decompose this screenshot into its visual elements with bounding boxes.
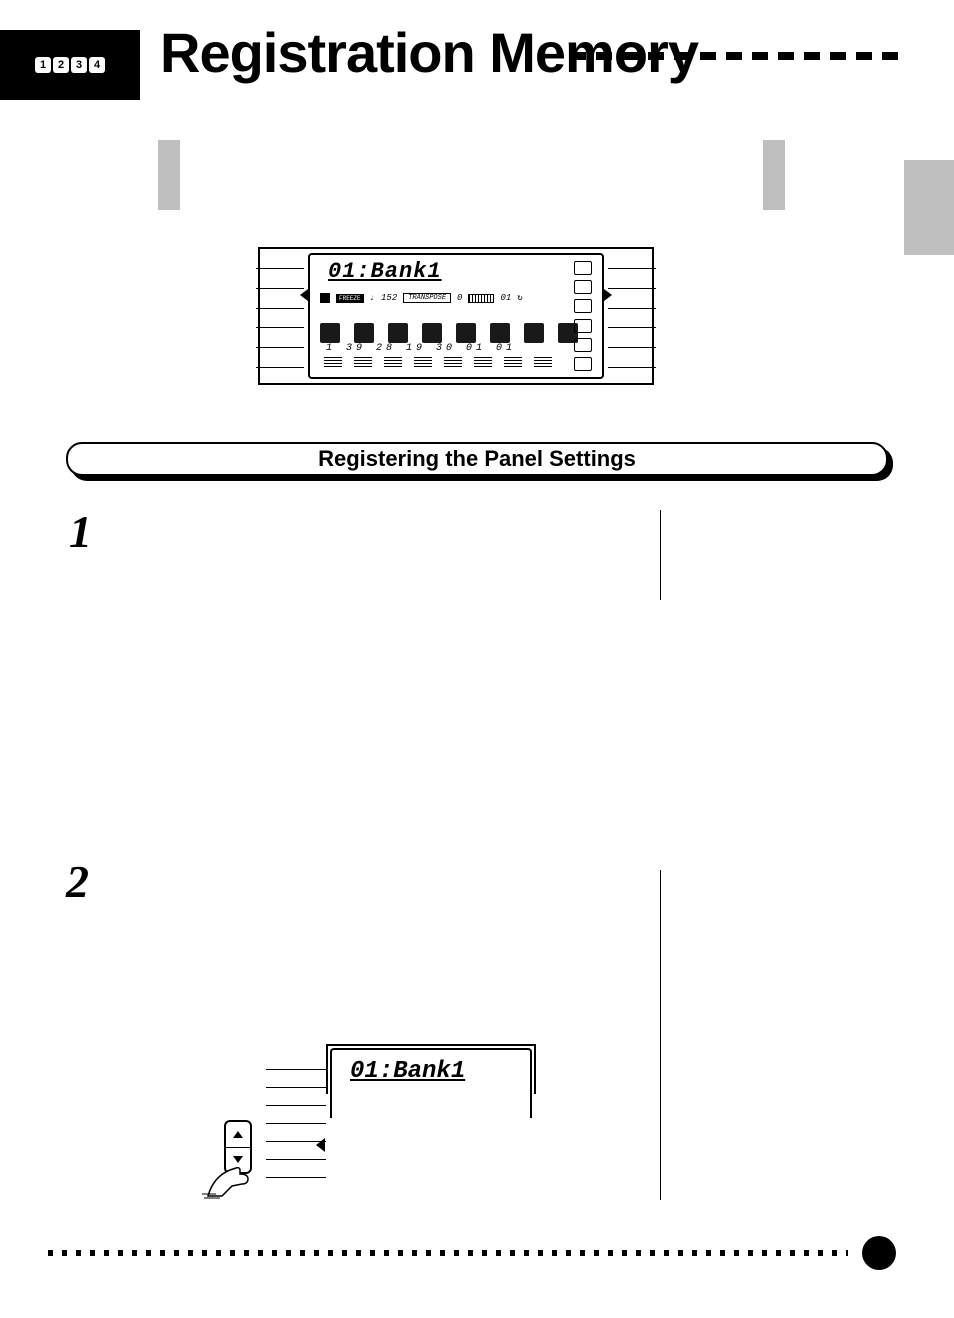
lcd-level-bars bbox=[324, 357, 592, 371]
lcd-track-icons bbox=[320, 317, 592, 343]
strings-icon bbox=[456, 323, 476, 343]
keyboard-icon bbox=[574, 319, 592, 333]
eq-icon bbox=[574, 338, 592, 352]
lcd-right-arrow-icon bbox=[604, 289, 612, 301]
lcd2-readout: 01:Bank1 bbox=[350, 1058, 465, 1085]
side-thumb-tab bbox=[904, 160, 954, 255]
lcd-status-row: FREEZE ♩ 152 TRANSPOSE 0 01 ↻ bbox=[320, 289, 592, 307]
page-number-circle bbox=[862, 1236, 896, 1270]
tempo-value: 152 bbox=[381, 293, 397, 303]
lcd-top-readout: 01:Bank1 bbox=[328, 259, 442, 284]
pedal-icon bbox=[574, 357, 592, 371]
measure-value: 01 bbox=[500, 293, 511, 303]
margin-block-left bbox=[158, 140, 180, 210]
margin-block-right bbox=[763, 140, 785, 210]
step-number-2: 2 bbox=[66, 855, 89, 908]
badge-1: 1 bbox=[35, 57, 51, 73]
guitar-icon bbox=[388, 323, 408, 343]
badge-3: 3 bbox=[71, 57, 87, 73]
speaker-icon bbox=[574, 280, 592, 294]
section-heading: Registering the Panel Settings bbox=[66, 442, 888, 476]
footer-dotted-line bbox=[48, 1250, 848, 1256]
piano-icon bbox=[490, 323, 510, 343]
lcd-track-numbers: 1 39 28 19 30 01 01 bbox=[326, 343, 592, 354]
lcd-screen: 01:Bank1 FREEZE ♩ 152 TRANSPOSE 0 01 ↻ 1… bbox=[308, 253, 604, 379]
pointing-hand-icon bbox=[202, 1152, 258, 1200]
lcd-left-arrow-icon bbox=[300, 289, 308, 301]
drum-icon bbox=[320, 323, 340, 343]
step1-divider bbox=[660, 510, 661, 600]
lcd-step2-figure: 01:Bank1 bbox=[258, 1044, 538, 1204]
lcd-main-figure: 01:Bank1 FREEZE ♩ 152 TRANSPOSE 0 01 ↻ 1… bbox=[258, 247, 654, 385]
brass-icon bbox=[524, 323, 544, 343]
hand-icon bbox=[574, 299, 592, 313]
freeze-indicator: FREEZE bbox=[336, 294, 364, 303]
bass-icon bbox=[422, 323, 442, 343]
step-number-1: 1 bbox=[69, 505, 92, 558]
metronome-icon: ♩ bbox=[370, 293, 375, 303]
up-arrow-icon bbox=[233, 1131, 243, 1138]
step2-divider bbox=[660, 870, 661, 1200]
title-dash-line bbox=[570, 52, 900, 60]
badge-4: 4 bbox=[89, 57, 105, 73]
perc-icon bbox=[354, 323, 374, 343]
transpose-value: 0 bbox=[457, 293, 462, 303]
lcd2-left-arrow-icon bbox=[316, 1138, 325, 1152]
repeat-icon: ↻ bbox=[517, 293, 522, 303]
lcd-right-icon-column bbox=[570, 261, 596, 371]
header-badge-tab: 1 2 3 4 bbox=[0, 30, 140, 100]
badge-2: 2 bbox=[53, 57, 69, 73]
mic-icon bbox=[574, 261, 592, 275]
